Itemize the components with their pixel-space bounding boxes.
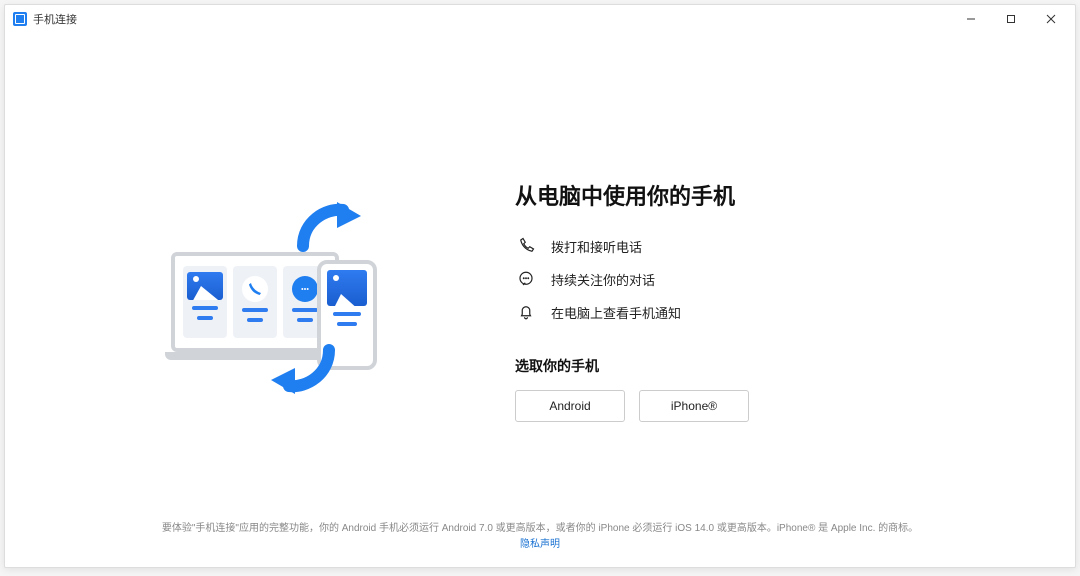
main-content: 从电脑中使用你的手机 拨打和接听电话 持续关注你的对话 [5,33,1075,567]
footer: 要体验"手机连接"应用的完整功能，你的 Android 手机必须运行 Andro… [5,521,1075,553]
feature-label: 在电脑上查看手机通知 [551,303,681,322]
bell-icon [515,303,537,321]
titlebar: 手机连接 [5,5,1075,33]
feature-messages: 持续关注你的对话 [515,270,681,289]
right-panel: 从电脑中使用你的手机 拨打和接听电话 持续关注你的对话 [515,179,749,422]
feature-list: 拨打和接听电话 持续关注你的对话 在电脑上查看手机通知 [515,237,681,322]
sync-arrow-bottom-icon [265,338,335,394]
chat-icon [515,270,537,288]
app-window: 手机连接 [4,4,1076,568]
close-button[interactable] [1031,7,1071,31]
feature-label: 持续关注你的对话 [551,270,655,289]
sync-arrow-top-icon [297,202,367,258]
privacy-link[interactable]: 隐私声明 [520,539,560,550]
calls-tile-icon [233,266,277,338]
feature-calls: 拨打和接听电话 [515,237,681,256]
footer-disclaimer: 要体验"手机连接"应用的完整功能，你的 Android 手机必须运行 Andro… [45,521,1035,537]
minimize-button[interactable] [951,7,991,31]
feature-notifications: 在电脑上查看手机通知 [515,303,681,322]
android-button[interactable]: Android [515,390,625,422]
laptop-illustration [171,252,339,352]
feature-label: 拨打和接听电话 [551,237,642,256]
app-icon [13,12,27,26]
phone-choice-row: Android iPhone® [515,390,749,422]
maximize-button[interactable] [991,7,1031,31]
choose-phone-label: 选取你的手机 [515,356,599,376]
hero-illustration [165,210,395,390]
phone-icon [515,237,537,255]
photos-tile-icon [183,266,227,338]
iphone-button[interactable]: iPhone® [639,390,749,422]
window-title: 手机连接 [33,11,77,27]
headline: 从电脑中使用你的手机 [515,179,735,211]
window-controls [951,7,1071,31]
